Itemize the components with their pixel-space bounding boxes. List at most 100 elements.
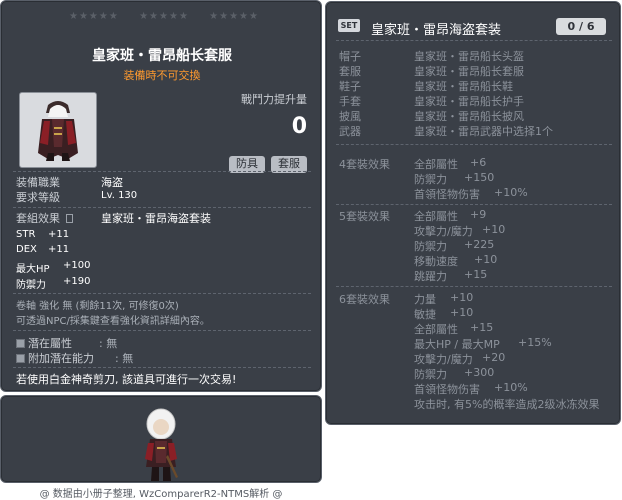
effect-name: 全部屬性 bbox=[414, 210, 458, 223]
potential-value: : 無 bbox=[99, 337, 118, 350]
effect-name: 攻擊力/魔力 bbox=[414, 225, 473, 238]
set-effect-line: 攻擊力/魔力 +20 bbox=[414, 351, 505, 367]
divider bbox=[336, 40, 612, 41]
set-effect-line: 首領怪物伤害 +10% bbox=[414, 186, 528, 202]
effect-name: 全部屬性 bbox=[414, 323, 458, 336]
effect-value: +9 bbox=[470, 208, 487, 221]
stat-value: +190 bbox=[63, 276, 91, 287]
power-increase-value: 0 bbox=[291, 114, 307, 139]
set-effect-line: 移動速度 +10 bbox=[414, 253, 497, 269]
set-effect-label: 套組效果 bbox=[16, 210, 73, 226]
effect-value: +10 bbox=[482, 223, 506, 236]
set-effect-line: 跳躍力 +15 bbox=[414, 268, 487, 284]
set-piece-name: 皇家班・雷昂船长披风 bbox=[414, 110, 524, 123]
effect-name: 防禦力 bbox=[414, 173, 447, 186]
set-effect-title: 5套裝效果 bbox=[339, 210, 390, 223]
effect-value: +20 bbox=[482, 351, 506, 364]
star-group: ★★★★★ bbox=[139, 11, 189, 22]
set-effect-line: 防禦力 +150 bbox=[414, 171, 494, 187]
additional-potential-value: : 無 bbox=[115, 352, 134, 365]
item-icon bbox=[19, 92, 97, 168]
set-piece-row: 鞋子 皇家班・雷昂船长鞋 bbox=[339, 78, 609, 93]
stat-value: +11 bbox=[48, 244, 70, 255]
set-badge: SET bbox=[338, 19, 360, 32]
stat-name: 最大HP bbox=[16, 264, 50, 275]
divider bbox=[13, 367, 311, 368]
effect-name: 首領怪物伤害 bbox=[414, 383, 480, 396]
set-effect-line: 全部屬性 +15 bbox=[414, 321, 493, 337]
set-piece-row: 套服 皇家班・雷昂船长套服 bbox=[339, 63, 609, 78]
set-piece-slot: 武器 bbox=[339, 125, 361, 138]
star-group: ★★★★★ bbox=[69, 11, 119, 22]
additional-potential-row: 附加潛在能力 bbox=[16, 350, 94, 366]
character-avatar bbox=[145, 408, 178, 481]
power-increase-label: 戰鬥力提升量 bbox=[241, 93, 307, 106]
potential-label: 潛在屬性 bbox=[28, 337, 72, 350]
additional-potential-icon bbox=[16, 354, 25, 363]
effect-name: 防禦力 bbox=[414, 240, 447, 253]
stat-name: 防禦力 bbox=[16, 280, 46, 291]
divider bbox=[13, 207, 311, 208]
set-effect-title: 4套裝效果 bbox=[339, 158, 390, 171]
stat-value: +11 bbox=[48, 229, 70, 240]
effect-value: +150 bbox=[464, 171, 495, 184]
set-piece-name: 皇家班・雷昂船长鞋 bbox=[414, 80, 513, 93]
effect-value: +15% bbox=[518, 336, 552, 349]
effect-value: +15 bbox=[464, 268, 488, 281]
level-value: Lv. 130 bbox=[101, 190, 138, 201]
job-label: 装備職業 bbox=[16, 176, 60, 189]
set-effect-line: 最大HP / 最大MP +15% bbox=[414, 336, 552, 352]
set-piece-row: 披風 皇家班・雷昂船长披风 bbox=[339, 108, 609, 123]
set-piece-row: 武器 皇家班・雷昂武器中选择1个 bbox=[339, 123, 609, 138]
effect-name: 敏捷 bbox=[414, 308, 436, 321]
set-info-panel: SET 皇家班・雷昂海盗套装 0 / 6 帽子 皇家班・雷昂船长头盔 套服 皇家… bbox=[325, 1, 621, 425]
effect-name: 首領怪物伤害 bbox=[414, 188, 480, 201]
job-value: 海盗 bbox=[101, 176, 123, 189]
set-effect-line: 攻擊力/魔力 +10 bbox=[414, 223, 505, 239]
divider bbox=[336, 144, 612, 145]
stat-value: +100 bbox=[63, 260, 91, 271]
divider bbox=[13, 293, 311, 294]
effect-value: +10 bbox=[474, 253, 498, 266]
potential-icon bbox=[16, 339, 25, 348]
effect-name: 力量 bbox=[414, 293, 436, 306]
effect-name: 防禦力 bbox=[414, 368, 447, 381]
effect-name: 移動速度 bbox=[414, 255, 458, 268]
effect-name: 最大HP / 最大MP bbox=[414, 338, 500, 351]
set-effect-value: 皇家班・雷昂海盗套装 bbox=[101, 212, 211, 225]
set-effect-label-text: 套組效果 bbox=[16, 212, 60, 225]
effect-value: +300 bbox=[464, 366, 495, 379]
set-count: 0 / 6 bbox=[556, 18, 606, 35]
pirate-coat-icon bbox=[38, 101, 78, 161]
set-piece-slot: 披風 bbox=[339, 110, 361, 123]
set-piece-name: 皇家班・雷昂船长护手 bbox=[414, 95, 524, 108]
level-label: 要求等級 bbox=[16, 191, 60, 204]
star-group: ★★★★★ bbox=[209, 11, 259, 22]
set-piece-slot: 套服 bbox=[339, 65, 361, 78]
item-tooltip-panel: ★★★★★ ★★★★★ ★★★★★ 皇家班・雷昂船长套服 装備時不可交換 戰鬥力… bbox=[0, 0, 322, 392]
set-effect-line: 全部屬性 +9 bbox=[414, 208, 486, 224]
scissors-trade-note: 若使用白金神奇剪刀, 該道具可進行一次交易! bbox=[16, 373, 237, 386]
set-piece-row: 帽子 皇家班・雷昂船长头盔 bbox=[339, 48, 609, 63]
effect-value: +225 bbox=[464, 238, 495, 251]
divider bbox=[336, 286, 612, 287]
effect-value: +10 bbox=[450, 291, 474, 304]
set-effect-line: 首領怪物伤害 +10% bbox=[414, 381, 528, 397]
star-force-row: ★★★★★ ★★★★★ ★★★★★ bbox=[69, 11, 259, 22]
set-effect-line: 防禦力 +225 bbox=[414, 238, 494, 254]
effect-name: 攻击时, 有5%的概率造成2级冰冻效果 bbox=[414, 398, 600, 411]
additional-potential-label: 附加潛在能力 bbox=[28, 352, 94, 365]
npc-info-line: 可透過NPC/採集鍵查看強化資訊詳細內容。 bbox=[16, 316, 210, 327]
divider bbox=[13, 330, 311, 331]
document-icon bbox=[65, 214, 73, 223]
effect-value: +10% bbox=[494, 381, 528, 394]
set-effect-line: 防禦力 +300 bbox=[414, 366, 494, 382]
set-effect-line: 攻击时, 有5%的概率造成2级冰冻效果 bbox=[414, 396, 599, 412]
set-piece-row: 手套 皇家班・雷昂船长护手 bbox=[339, 93, 609, 108]
set-piece-name: 皇家班・雷昂船长头盔 bbox=[414, 50, 524, 63]
set-piece-slot: 手套 bbox=[339, 95, 361, 108]
divider bbox=[336, 204, 612, 205]
effect-name: 全部屬性 bbox=[414, 158, 458, 171]
effect-name: 跳躍力 bbox=[414, 270, 447, 283]
divider bbox=[13, 171, 311, 172]
